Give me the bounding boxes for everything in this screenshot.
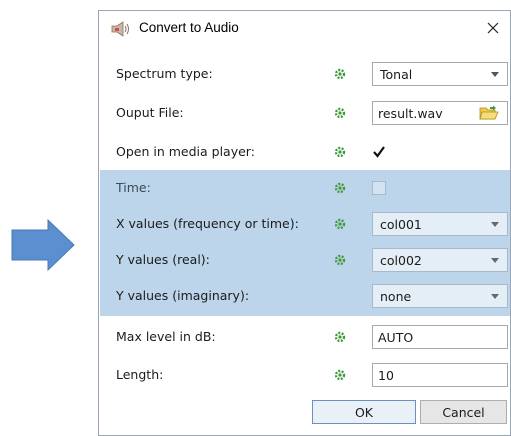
ok-button[interactable]: OK [312, 400, 416, 424]
length-label: Length: [116, 367, 164, 382]
gear-icon[interactable] [334, 218, 346, 230]
length-field[interactable]: 10 [372, 363, 508, 387]
y-values-real-label: Y values (real): [116, 252, 210, 267]
gear-icon[interactable] [334, 182, 346, 194]
speaker-icon [111, 21, 129, 37]
x-values-value: col001 [380, 217, 422, 232]
cancel-button[interactable]: Cancel [420, 400, 507, 424]
open-media-player-label: Open in media player: [116, 144, 255, 159]
row-max-level: Max level in dB: AUTO [100, 319, 510, 355]
arrow-right-icon [11, 218, 75, 272]
time-checkbox[interactable] [372, 181, 386, 195]
convert-to-audio-dialog: Convert to Audio Spectrum type: Tonal Ou… [98, 10, 511, 436]
gear-icon[interactable] [334, 254, 346, 266]
x-values-select[interactable]: col001 [372, 212, 508, 236]
y-values-imaginary-value: none [380, 289, 412, 304]
y-values-real-value: col002 [380, 253, 422, 268]
gear-icon[interactable] [334, 369, 346, 381]
max-level-label: Max level in dB: [116, 329, 216, 344]
gear-icon[interactable] [334, 146, 346, 158]
spectrum-type-label: Spectrum type: [116, 66, 213, 81]
gear-icon[interactable] [334, 68, 346, 80]
row-y-values-real: Y values (real): col002 [100, 242, 510, 278]
row-spectrum-type: Spectrum type: Tonal [100, 56, 510, 92]
title-bar: Convert to Audio [99, 11, 510, 46]
output-file-label: Ouput File: [116, 105, 184, 120]
y-values-imaginary-select[interactable]: none [372, 284, 508, 308]
row-x-values: X values (frequency or time): col001 [100, 206, 510, 242]
chevron-down-icon [491, 222, 499, 227]
gear-icon[interactable] [334, 331, 346, 343]
time-label: Time: [116, 180, 151, 195]
chevron-down-icon [491, 72, 499, 77]
x-values-label: X values (frequency or time): [116, 216, 299, 231]
chevron-down-icon [491, 258, 499, 263]
length-value: 10 [378, 368, 394, 383]
folder-open-icon[interactable] [479, 105, 499, 121]
row-time: Time: [100, 170, 510, 206]
output-file-field[interactable]: result.wav [372, 101, 508, 125]
close-button[interactable] [476, 11, 510, 45]
max-level-value: AUTO [378, 330, 414, 345]
spectrum-type-value: Tonal [380, 67, 413, 82]
close-icon [487, 22, 499, 34]
chevron-down-icon [491, 294, 499, 299]
open-media-player-checkbox[interactable] [372, 145, 386, 159]
row-y-values-imaginary: Y values (imaginary): none [100, 278, 510, 316]
row-output-file: Ouput File: result.wav [100, 95, 510, 131]
y-values-real-select[interactable]: col002 [372, 248, 508, 272]
output-file-value: result.wav [378, 106, 443, 121]
dialog-title: Convert to Audio [139, 20, 239, 35]
row-length: Length: 10 [100, 357, 510, 393]
spectrum-type-select[interactable]: Tonal [372, 62, 508, 86]
gear-icon[interactable] [334, 107, 346, 119]
max-level-field[interactable]: AUTO [372, 325, 508, 349]
row-open-media-player: Open in media player: [100, 134, 510, 170]
y-values-imaginary-label: Y values (imaginary): [116, 288, 250, 303]
